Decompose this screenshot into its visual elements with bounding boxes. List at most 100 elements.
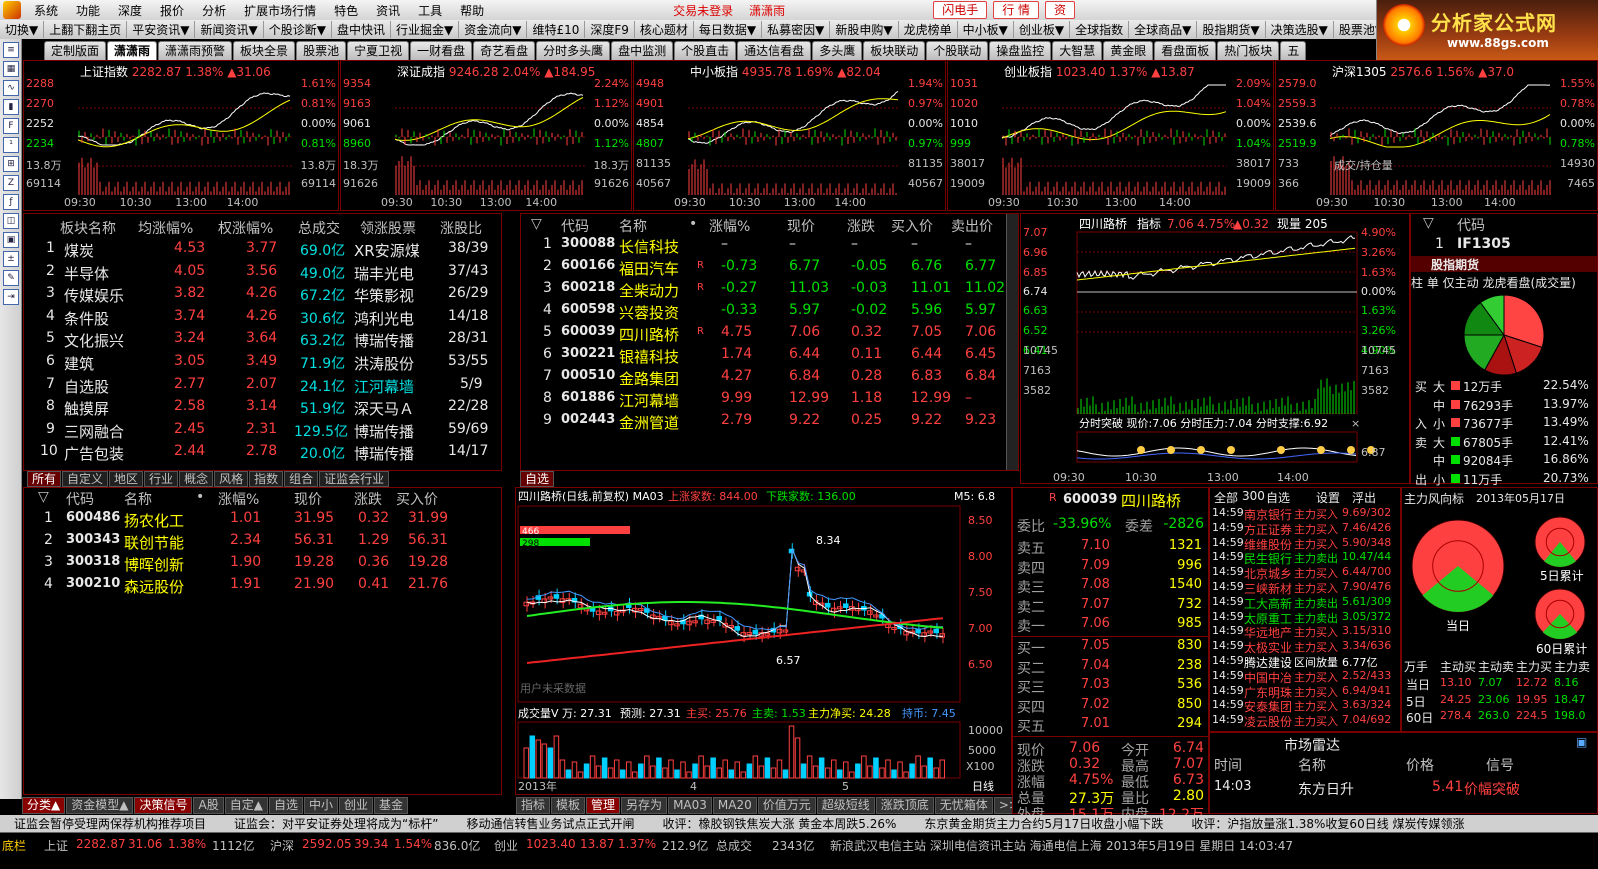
bottom-tab-8[interactable]: 基金 [373,797,408,814]
sector-row-name-6[interactable]: 自选股 [64,376,109,397]
watch2-row-name-3[interactable]: 森远股份 [124,576,184,597]
book-bid-price-1[interactable]: 7.04 [1081,658,1110,673]
toolbar-item-10[interactable]: 核心题材 [635,21,694,38]
sector-row-leader-5[interactable]: 洪涛股份 [354,353,414,374]
sector-tab-1[interactable]: 自定义 [62,471,109,487]
layout-tab-15[interactable]: 操盘监控 [989,41,1052,60]
sector-col-name[interactable]: 板块名称 [60,218,116,238]
sector-row-name-0[interactable]: 煤炭 [64,240,94,261]
sector-row-leader-9[interactable]: 博瑞传播 [354,443,414,464]
toolbar-item-2[interactable]: 平安资讯▼ [127,21,196,38]
watch-col-name[interactable]: 名称 [619,216,647,236]
watch-row-name-5[interactable]: 银禧科技 [619,346,679,367]
kline-tab-8[interactable]: 涨跌顶底 [875,797,934,814]
watch2-row-code-0[interactable]: 600486 [66,510,120,525]
bottom-tab-0[interactable]: 分类▲ [22,797,66,814]
watch-row-name-3[interactable]: 兴蓉投资 [619,302,679,323]
calendar-icon[interactable]: ◫ [3,213,19,229]
watch-row-name-6[interactable]: 金路集团 [619,368,679,389]
menu-depth[interactable]: 深度 [109,2,151,19]
layout-tab-6[interactable]: 一财看盘 [410,41,473,60]
calc-icon[interactable]: ± [3,251,19,267]
formula-icon[interactable]: ƒ [3,194,19,210]
sector-row-name-2[interactable]: 传媒娱乐 [64,285,124,306]
watch-row-code-0[interactable]: 300088 [561,236,615,251]
kline-tab-7[interactable]: 超级短线 [816,797,875,814]
toolbar-item-16[interactable]: 创业板▼ [1014,21,1071,38]
bottom-tab-5[interactable]: 自选 [268,797,303,814]
watch2-row-name-1[interactable]: 联创节能 [124,532,184,553]
layout-tab-19[interactable]: 热门板块 [1217,41,1280,60]
watch-col-bid[interactable]: 买入价 [891,216,933,236]
watch2-col-pct[interactable]: 涨幅% [218,489,259,509]
sector-col-turnover[interactable]: 总成交 [298,218,340,238]
trade-login-status[interactable]: 交易未登录 [673,2,733,19]
watch-row-name-1[interactable]: 福田汽车 [619,258,679,279]
sector-row-name-8[interactable]: 三网融合 [64,421,124,442]
layout-tab-0[interactable]: 定制版面 [44,41,107,60]
toolbar-item-21[interactable]: 股票池▼ [1334,21,1376,38]
sector-row-name-3[interactable]: 条件股 [64,308,109,329]
menu-function[interactable]: 功能 [67,2,109,19]
toolbar-item-5[interactable]: 盘中快讯 [332,21,391,38]
ticker-item-2[interactable]: 移动通信转售业务试点正式开闸 [452,815,648,832]
mini-index-chart-0[interactable]: 上证指数 2282.87 1.38% ▲31.06 2288 2270 2252 223… [23,60,339,211]
sector-row-name-1[interactable]: 半导体 [64,263,109,284]
finance-icon[interactable]: F [3,118,19,134]
book-ask-price-1[interactable]: 7.09 [1081,558,1110,573]
sector-tab-0[interactable]: 所有 [27,471,62,487]
watch-col-ask[interactable]: 卖出价 [951,216,993,236]
sector-row-leader-2[interactable]: 华策影视 [354,285,414,306]
mini-index-chart-4[interactable]: 沪深1305 2576.6 1.56% ▲37.0 2579.0 2559.3 253… [1275,60,1598,211]
kline-tab-2[interactable]: 管理 [586,797,621,814]
ticker-item-3[interactable]: 收评：橡胶钢铁焦炭大涨 黄金本周跌5.26% [648,815,910,832]
watch-sort-icon[interactable]: ▽ [531,216,542,232]
mradar-settings-icon[interactable]: ▣ [1576,735,1587,749]
menu-quote[interactable]: 报价 [151,2,193,19]
layout-tab-9[interactable]: 盘中监测 [611,41,674,60]
menu-special[interactable]: 特色 [325,2,367,19]
kline-chart-panel[interactable]: 四川路桥(日线,前复权) MA03 上涨家数: 844.00 下跌家数: 136.0… [515,487,1012,795]
futures-subtab-3[interactable]: 龙虎看盘(成交量) [1482,276,1575,290]
export-icon[interactable]: ⇥ [3,289,19,305]
status-label[interactable]: 底栏 [2,837,26,854]
sector-row-name-4[interactable]: 文化振兴 [64,330,124,351]
sector-row-leader-0[interactable]: XR安源煤 [354,240,420,261]
futures-subtab-1[interactable]: 单 [1427,276,1443,290]
kline-tab-4[interactable]: MA03 [668,797,712,814]
layout-tab-2[interactable]: 潇潇雨预警 [158,41,233,60]
sector-tab-2[interactable]: 地区 [109,471,144,487]
layout-tab-3[interactable]: 板块全景 [233,41,296,60]
toolbar-item-1[interactable]: 上翻下翻主页 [44,21,128,38]
f10-icon[interactable]: ¹ [3,137,19,153]
watch-row-name-0[interactable]: 长信科技 [619,236,679,257]
sector-tab-4[interactable]: 概念 [179,471,214,487]
watch2-row-code-3[interactable]: 300210 [66,576,120,591]
sector-row-leader-4[interactable]: 博瑞传播 [354,330,414,351]
intraday-chart-panel[interactable]: 四川路桥 指标 7.06 4.75% ▲0.32 现量 205 7.07 6.96 6.85 6.… [1020,213,1410,484]
sector-tab-3[interactable]: 行业 [144,471,179,487]
menu-news[interactable]: 资讯 [367,2,409,19]
ticker-item-1[interactable]: 证监会：对平安证券处理将成为“标杆” [220,815,452,832]
watch-col-price[interactable]: 现价 [787,216,815,236]
toolbar-item-0[interactable]: 切换▼ [0,21,45,38]
sector-tab-7[interactable]: 组合 [284,471,319,487]
book-bid-price-4[interactable]: 7.01 [1081,716,1110,731]
watch2-col-name[interactable]: 名称 [124,489,152,509]
sector-row-leader-1[interactable]: 瑞丰光电 [354,263,414,284]
sector-row-leader-3[interactable]: 鸿利光电 [354,308,414,329]
book-bid-price-3[interactable]: 7.02 [1081,697,1110,712]
bottom-tab-3[interactable]: A股 [193,797,224,814]
toolbar-item-8[interactable]: 维特£10 [527,21,586,38]
sector-col-ratio[interactable]: 涨股比 [440,218,482,238]
watch-row-name-4[interactable]: 四川路桥 [619,324,679,345]
quote-list-icon[interactable]: ≡ [3,42,19,58]
layout-tab-13[interactable]: 板块联动 [863,41,926,60]
kline-tab-0[interactable]: 指标 [516,797,551,814]
futures-col-code[interactable]: 代码 [1457,215,1485,235]
toolbar-item-3[interactable]: 新闻资讯▼ [195,21,264,38]
futures-subtab-2[interactable]: 仅主动 [1443,276,1483,290]
screen-icon[interactable]: ▣ [3,232,19,248]
layout-tab-17[interactable]: 黄金眼 [1103,41,1154,60]
layout-tab-8[interactable]: 分时多头鹰 [536,41,611,60]
